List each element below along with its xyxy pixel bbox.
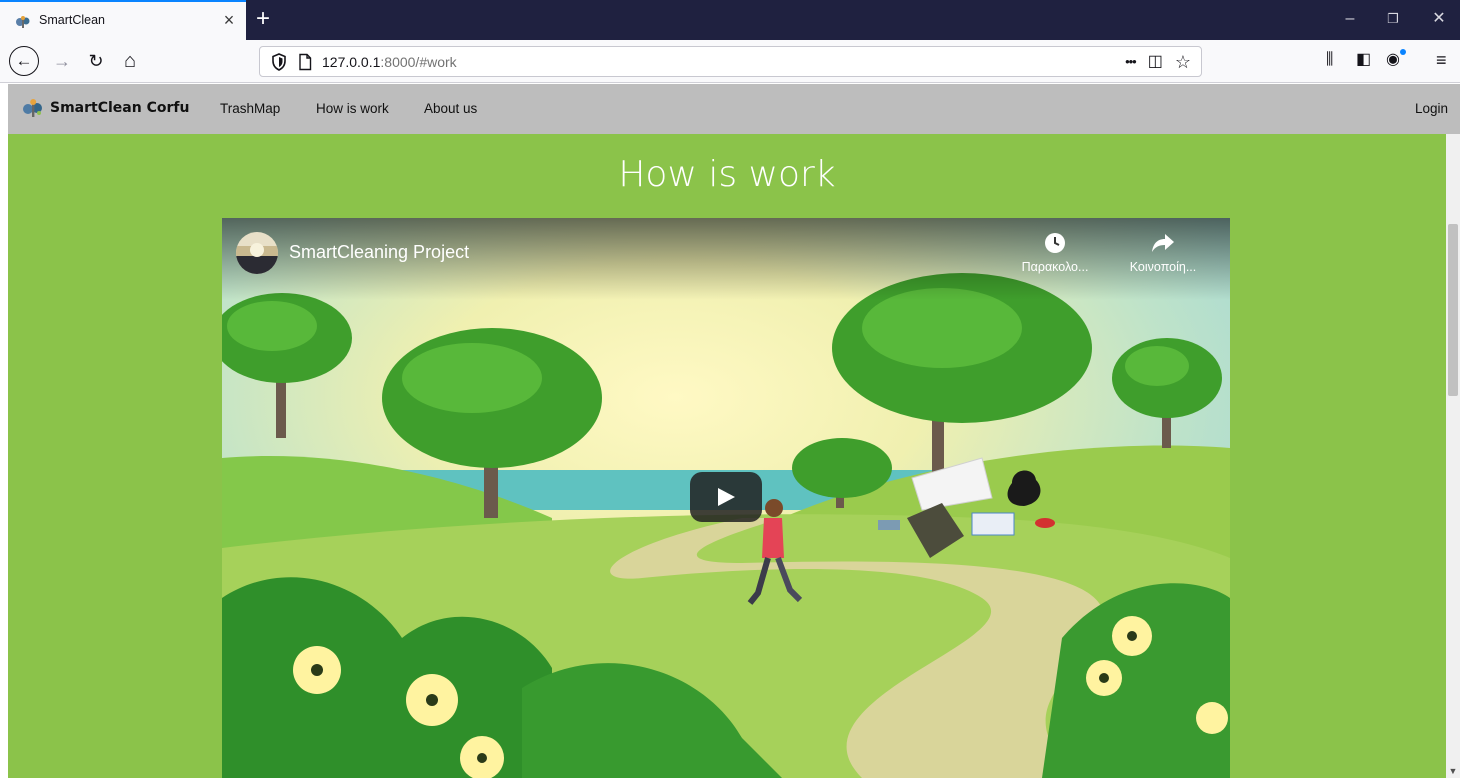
page-info-icon[interactable] (298, 53, 312, 71)
pocket-icon[interactable]: ◫ (1148, 51, 1163, 73)
channel-avatar[interactable] (236, 232, 278, 274)
channel-avatar-icon (236, 232, 278, 274)
how-is-work-section: How is work SmartCleaning Project Παρακο… (8, 134, 1446, 778)
url-text[interactable]: 127.0.0.1:8000/#work (322, 54, 457, 70)
home-button[interactable]: ⌂ (116, 47, 144, 75)
minimize-icon[interactable]: – (1338, 8, 1362, 30)
tracking-shield-icon[interactable] (271, 53, 287, 71)
scrollbar-thumb[interactable] (1448, 224, 1458, 396)
account-notification-dot (1400, 49, 1406, 55)
brand-logo-icon (23, 99, 42, 117)
share-label: Κοινοποίη... (1129, 260, 1197, 274)
scroll-down-arrow-icon[interactable]: ▼ (1447, 766, 1459, 776)
reload-icon: ↻ (88, 50, 104, 71)
play-button[interactable] (690, 472, 762, 522)
clock-icon (1010, 232, 1100, 258)
library-icon[interactable]: ⫼ (1326, 50, 1333, 70)
site-navbar: SmartClean Corfu TrashMap How is work Ab… (8, 84, 1460, 134)
page-title: How is work (618, 154, 836, 195)
address-bar[interactable]: 127.0.0.1:8000/#work ••• ◫ ☆ (259, 46, 1202, 77)
home-icon: ⌂ (123, 49, 137, 72)
forward-button[interactable]: → (48, 47, 76, 75)
close-window-icon[interactable]: ✕ (1427, 8, 1451, 30)
url-path: :8000/#work (380, 54, 457, 70)
nav-link-trashmap[interactable]: TrashMap (220, 101, 280, 116)
back-arrow-icon: ← (15, 51, 33, 70)
new-tab-button[interactable]: + (256, 5, 270, 33)
nav-link-about-us[interactable]: About us (424, 101, 477, 116)
tab-close-icon[interactable]: × (220, 10, 238, 30)
page-actions-icon[interactable]: ••• (1125, 51, 1137, 73)
browser-toolbar: ← → ↻ ⌂ 127.0.0.1:8000/#work ••• ◫ ☆ ⫼ ◧… (0, 40, 1460, 83)
nav-link-how-is-work[interactable]: How is work (316, 101, 389, 116)
tab-title: SmartClean (39, 13, 105, 27)
play-icon (718, 488, 735, 506)
watch-later-label: Παρακολο... (1021, 260, 1089, 274)
smartclean-logo-icon (16, 16, 30, 28)
url-host: 127.0.0.1 (322, 54, 381, 70)
browser-tabstrip: SmartClean × + – ❐ ✕ (0, 0, 1460, 40)
youtube-video-embed[interactable]: SmartCleaning Project Παρακολο... Κοινοπ… (222, 218, 1230, 778)
brand-name: SmartClean Corfu (50, 100, 190, 116)
browser-tab-active[interactable]: SmartClean × (0, 0, 246, 40)
sidebar-icon[interactable]: ◧ (1356, 50, 1371, 70)
page-scrollbar[interactable]: ▼ (1446, 134, 1460, 778)
forward-arrow-icon: → (53, 50, 71, 71)
restore-icon[interactable]: ❐ (1381, 8, 1405, 30)
login-link[interactable]: Login (1415, 101, 1448, 116)
brand-link[interactable]: SmartClean Corfu (22, 98, 189, 118)
reload-button[interactable]: ↻ (82, 47, 110, 75)
bookmark-star-icon[interactable]: ☆ (1175, 51, 1191, 73)
share-arrow-icon (1118, 232, 1208, 258)
video-title[interactable]: SmartCleaning Project (289, 242, 469, 263)
account-icon[interactable]: ◉ (1386, 50, 1400, 70)
share-button[interactable]: Κοινοποίη... (1118, 232, 1208, 274)
watch-later-button[interactable]: Παρακολο... (1010, 232, 1100, 274)
app-menu-icon[interactable]: ≡ (1436, 50, 1447, 70)
back-button[interactable]: ← (9, 46, 39, 76)
